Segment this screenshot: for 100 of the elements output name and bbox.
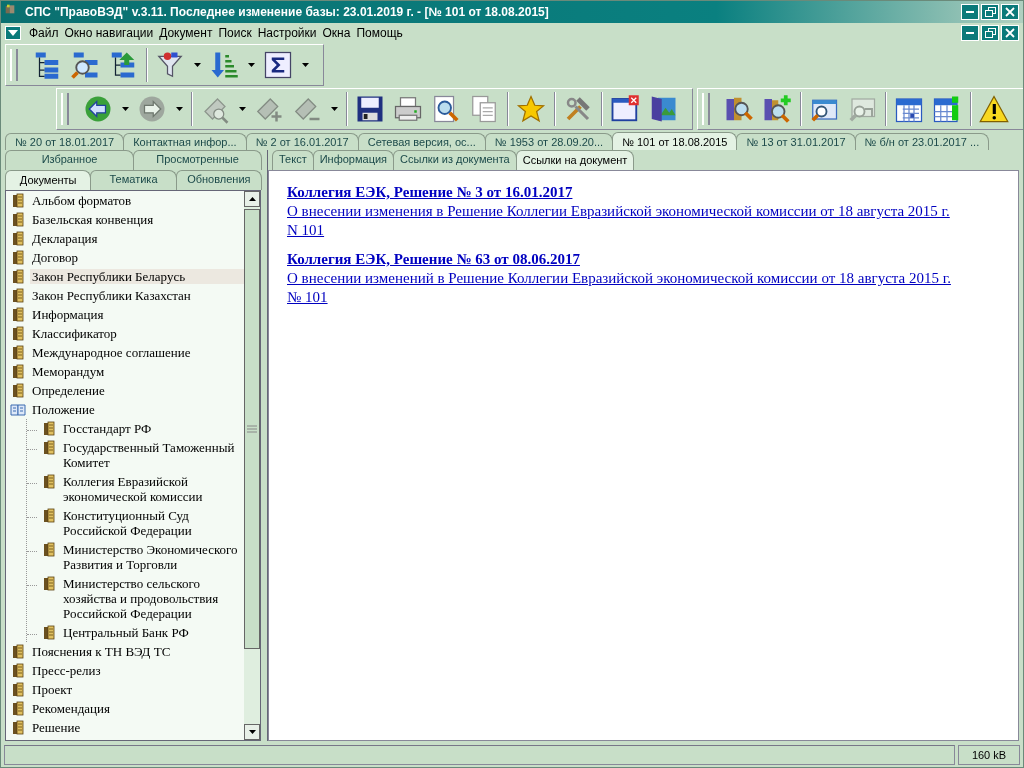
book-plus-icon [762,94,792,124]
menu-item[interactable]: Поиск [216,25,254,41]
document-link[interactable]: Коллегия ЕЭК, Решение № 3 от 16.01.2017 [287,183,953,202]
minimize-button[interactable] [961,25,979,41]
tree-item[interactable]: Международное соглашение [30,345,193,360]
tab[interactable]: Ссылки на документ [515,150,635,170]
close-icon [1005,7,1015,17]
tab[interactable]: № 20 от 18.01.2017 [5,133,125,150]
menu-item[interactable]: Окна [320,25,353,41]
toolbar-grip[interactable] [10,49,18,81]
tree-item[interactable]: Меморандум [30,364,107,379]
menu-item[interactable]: Помощь [354,25,405,41]
toolbar-grip[interactable] [61,93,69,125]
tree-item[interactable]: Решение [30,720,83,735]
tree-item[interactable]: Конституционный Суд Российской Федерации [61,508,244,538]
tab[interactable]: Обновления [175,170,262,190]
caret-icon [301,63,309,67]
book-icon [41,625,57,640]
book-icon [10,212,26,227]
tab[interactable]: № 101 от 18.08.2015 [612,132,738,150]
menu-item[interactable]: Документ [157,25,215,41]
caret-icon [8,30,18,36]
scroll-thumb[interactable] [244,209,260,649]
close-button[interactable] [1001,25,1019,41]
minimize-button[interactable] [961,4,979,20]
document-link[interactable]: Коллегия ЕЭК, Решение № 63 от 08.06.2017 [287,250,953,269]
book-icon [10,288,26,303]
book-icon [10,720,26,735]
tree-item[interactable]: Определение [30,383,107,398]
caret-icon [193,63,201,67]
printer-icon [393,94,423,124]
scroll-down-button[interactable] [244,724,260,740]
book-icon [41,542,57,557]
tree-item[interactable]: Госстандарт РФ [61,421,154,436]
book-icon [41,474,57,489]
tree-item[interactable]: Договор [30,250,80,265]
book-icon [10,193,26,208]
close-button[interactable] [1001,4,1019,20]
minimize-icon [966,32,974,34]
tree-item[interactable]: Пресс-релиз [30,663,103,678]
book-icon [41,440,57,455]
tree-item[interactable]: Информация [30,307,106,322]
funnel-icon [155,50,185,80]
book-icon [10,269,26,284]
tab[interactable]: Просмотренные [133,150,262,170]
status-size: 160 kB [958,745,1020,765]
caret-icon [238,107,246,111]
tree-item[interactable]: Центральный Банк РФ [61,625,191,640]
menu-item[interactable]: Настройки [255,25,319,41]
book-icon [41,508,57,523]
tab[interactable]: Текст [272,150,314,170]
scroll-up-button[interactable] [244,191,260,207]
tree-item[interactable]: Закон Республики Казахстан [30,288,193,303]
caret-icon [330,107,338,111]
minimize-icon [966,11,974,13]
tree-item[interactable]: Пояснения к ТН ВЭД ТС [30,644,173,659]
caret-icon [247,63,255,67]
system-menu-button[interactable] [5,26,21,40]
close-icon [1005,28,1015,38]
up-arrow-icon [248,197,256,201]
tree-item[interactable]: Рекомендация [30,701,112,716]
tab[interactable]: Сетевая версия, ос... [357,133,486,150]
tree-item[interactable]: Положение [30,402,97,417]
document-link[interactable]: О внесении изменений в Решение Коллегии Евразийской экономической комиссии от 18 августа 2015 г. № 101 [287,269,953,307]
tree-item[interactable]: Министерство сельского хозяйства и продовольствия Российской Федерации [61,576,244,621]
document-link[interactable]: О внесении изменения в Решение Коллегии Евразийской экономической комиссии от 18 августа 2015 г. N 101 [287,202,953,240]
tree-item[interactable]: Государственный Таможенный Комитет [61,440,244,470]
book-icon [10,345,26,360]
scrollbar[interactable] [244,191,260,740]
tree-item[interactable]: Проект [30,682,75,697]
tab[interactable]: Документы [5,170,92,190]
book-icon [10,250,26,265]
star-icon [516,94,546,124]
tab[interactable]: Избранное [5,150,134,170]
book-icon [41,421,57,436]
caret-icon [175,107,183,111]
book-icon [10,326,26,341]
tree-item[interactable]: Коллегия Евразийской экономической комиссии [61,474,244,504]
tab[interactable]: № б/н от 23.01.2017 ... [854,133,990,150]
window-title: СПС "ПравоВЭД" v.3.11. Последнее изменение базы: 23.01.2019 г. - [№ 101 от 18.08.2015] [25,5,550,19]
tree-item[interactable]: Альбом форматов [30,193,134,208]
restore-icon [984,7,996,17]
restore-button[interactable] [981,4,999,20]
book-icon [10,307,26,322]
menu-item[interactable]: Файл [27,25,61,41]
tree-item[interactable]: Базельская конвенция [30,212,156,227]
caret-icon [121,107,129,111]
toolbar-grip[interactable] [702,93,710,125]
open-book-icon [10,402,26,417]
tree-item[interactable]: Министерство Экономического Развития и Торговли [61,542,244,572]
tree-item[interactable]: Классификатор [30,326,119,341]
sigma-icon [263,50,293,80]
book-icon [10,663,26,678]
tree-item[interactable]: Декларация [30,231,100,246]
tree-item[interactable]: Закон Республики Беларусь [30,269,244,284]
tab[interactable]: Контактная инфор... [123,133,247,150]
page-magnifier-icon [431,94,461,124]
menu-item[interactable]: Окно навигации [62,25,156,41]
restore-button[interactable] [981,25,999,41]
book-icon [10,364,26,379]
